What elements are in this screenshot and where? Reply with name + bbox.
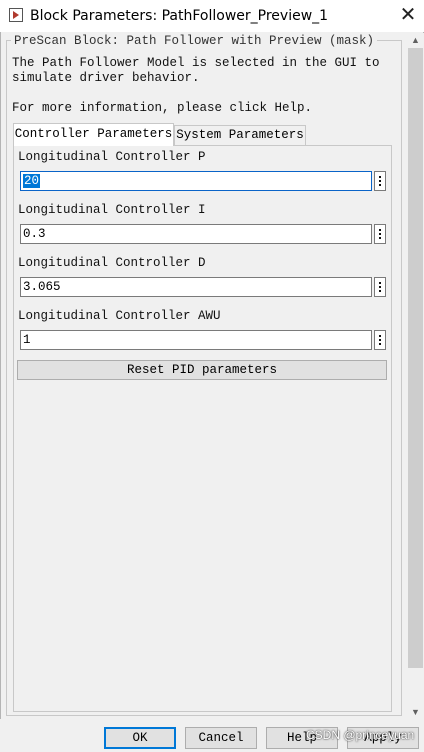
param-label-d: Longitudinal Controller D [18,256,206,270]
reset-pid-button[interactable]: Reset PID parameters [17,360,387,380]
simulink-block-icon [9,8,23,22]
param-options-d-button[interactable] [374,277,386,297]
param-label-awu: Longitudinal Controller AWU [18,309,221,323]
param-input-d[interactable]: 3.065 [20,277,372,297]
param-value-p: 20 [23,174,41,188]
scroll-up-icon[interactable]: ▲ [407,33,424,47]
help-hint: For more information, please click Help. [12,101,313,115]
window-title: Block Parameters: PathFollower_Preview_1 [30,8,329,24]
param-options-awu-button[interactable] [374,330,386,350]
close-icon[interactable]: ✕ [392,0,424,32]
param-input-awu[interactable]: 1 [20,330,372,350]
param-input-i[interactable]: 0.3 [20,224,372,244]
scrollbar-thumb[interactable] [408,48,423,668]
vertical-scrollbar[interactable]: ▲ ▼ [407,33,424,719]
title-bar: Block Parameters: PathFollower_Preview_1… [0,0,424,32]
ok-button[interactable]: OK [104,727,176,749]
param-options-p-button[interactable] [374,171,386,191]
mask-description: The Path Follower Model is selected in t… [12,56,380,85]
param-label-i: Longitudinal Controller I [18,203,206,217]
param-input-p[interactable]: 20 [20,171,372,191]
param-options-i-button[interactable] [374,224,386,244]
tab-controller-parameters[interactable]: Controller Parameters [13,123,174,146]
scroll-down-icon[interactable]: ▼ [407,705,424,719]
tab-system-parameters[interactable]: System Parameters [174,125,306,145]
param-label-p: Longitudinal Controller P [18,150,206,164]
cancel-button[interactable]: Cancel [185,727,257,749]
mask-group-title: PreScan Block: Path Follower with Previe… [11,33,378,49]
csdn-watermark: CSDN @princeyuan [306,728,415,742]
